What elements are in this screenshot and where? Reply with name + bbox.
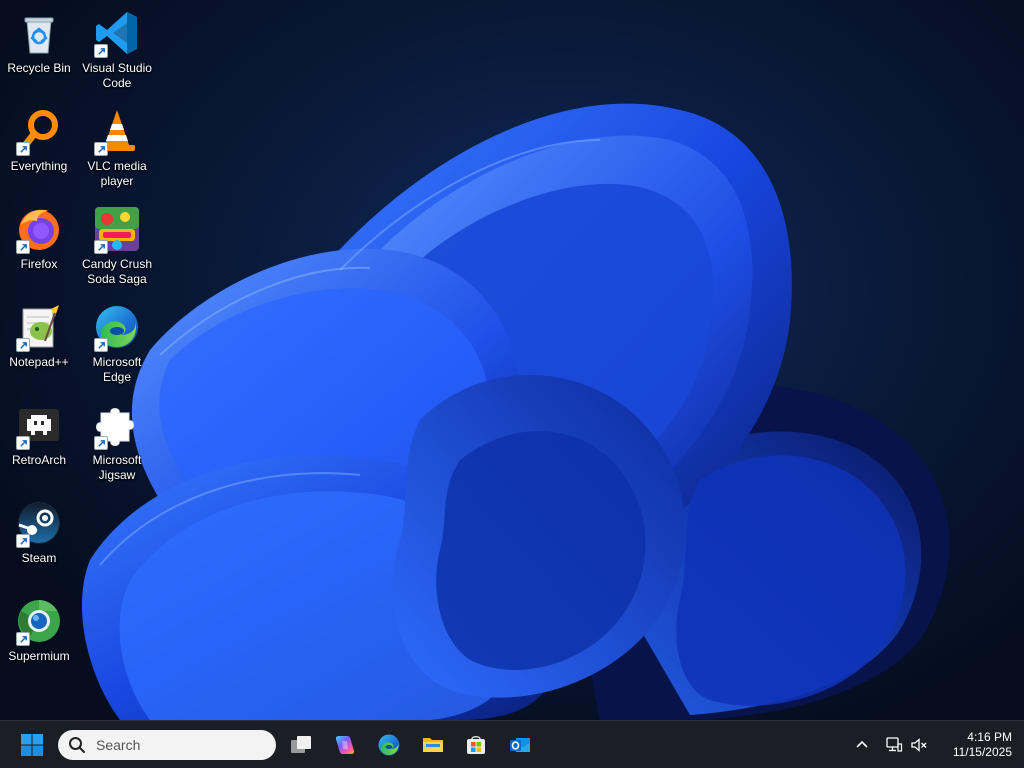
desktop-icon-visual-studio-code[interactable]: Visual Studio Code [78,4,156,96]
desktop[interactable]: Recycle Bin Everything Firefox Notepad++… [0,0,1024,720]
taskbar: Search 4:16 PM 11/15/2025 [0,720,1024,768]
taskbar-microsoft-store[interactable] [458,727,494,763]
retroarch-icon [14,400,64,450]
shortcut-arrow-icon [94,436,108,450]
taskbar-task-view[interactable] [283,727,319,763]
file-explorer-icon [421,733,445,757]
edge-icon [377,733,401,757]
microsoft-store-icon [464,733,488,757]
notepad-plus-plus-icon [14,302,64,352]
desktop-icon-label: Microsoft Jigsaw [92,453,142,482]
desktop-icon-label: Visual Studio Code [82,61,152,90]
shortcut-arrow-icon [16,240,30,254]
shortcut-arrow-icon [94,240,108,254]
copilot-icon [333,733,357,757]
task-view-icon [289,733,313,757]
taskbar-search-box[interactable]: Search [58,730,276,760]
desktop-icon-everything[interactable]: Everything [0,102,78,194]
desktop-icon-label: Supermium [8,649,70,663]
jigsaw-puzzle-icon [92,400,142,450]
network-icon [885,736,903,754]
desktop-icon-candy-crush[interactable]: Candy Crush Soda Saga [78,200,156,292]
shortcut-arrow-icon [94,44,108,58]
desktop-icon-retroarch[interactable]: RetroArch [0,396,78,488]
shortcut-arrow-icon [16,338,30,352]
steam-icon [14,498,64,548]
search-placeholder: Search [96,737,141,753]
desktop-icon-recycle-bin[interactable]: Recycle Bin [0,4,78,96]
shortcut-arrow-icon [16,534,30,548]
desktop-icon-label: RetroArch [11,453,67,467]
firefox-icon [14,204,64,254]
tray-volume[interactable] [908,734,930,756]
taskbar-file-explorer[interactable] [415,727,451,763]
outlook-icon [508,733,532,757]
desktop-icon-label: Everything [10,159,68,173]
desktop-icon-supermium[interactable]: Supermium [0,592,78,684]
desktop-icon-label: Microsoft Edge [92,355,142,384]
taskbar-copilot[interactable] [327,727,363,763]
everything-search-icon [14,106,64,156]
clock-date: 11/15/2025 [952,745,1012,759]
candy-crush-icon [92,204,142,254]
desktop-icon-label: Notepad++ [9,355,69,369]
desktop-icon-microsoft-edge[interactable]: Microsoft Edge [78,298,156,390]
search-icon [68,736,86,754]
vscode-icon [92,8,142,58]
edge-icon [92,302,142,352]
shortcut-arrow-icon [16,632,30,646]
shortcut-arrow-icon [16,142,30,156]
desktop-icon-label: Candy Crush Soda Saga [81,257,153,286]
desktop-icon-firefox[interactable]: Firefox [0,200,78,292]
desktop-icon-label: Recycle Bin [7,61,71,75]
tray-network[interactable] [883,734,905,756]
recycle-bin-icon [14,8,64,58]
desktop-icon-label: Firefox [20,257,58,271]
shortcut-arrow-icon [16,436,30,450]
tray-show-hidden-icons[interactable] [851,734,873,756]
volume-muted-icon [910,736,928,754]
supermium-icon [14,596,64,646]
desktop-icon-label: Steam [21,551,57,565]
taskbar-clock[interactable]: 4:16 PM 11/15/2025 [936,729,1020,761]
desktop-icon-microsoft-jigsaw[interactable]: Microsoft Jigsaw [78,396,156,488]
shortcut-arrow-icon [94,142,108,156]
desktop-icon-label: VLC media player [87,159,147,188]
desktop-icon-notepad-plus-plus[interactable]: Notepad++ [0,298,78,390]
shortcut-arrow-icon [94,338,108,352]
taskbar-outlook[interactable] [502,727,538,763]
desktop-icon-steam[interactable]: Steam [0,494,78,586]
chevron-up-icon [853,736,871,754]
clock-time: 4:16 PM [967,730,1012,744]
windows-start-icon [20,733,44,757]
desktop-icon-vlc[interactable]: VLC media player [78,102,156,194]
taskbar-edge[interactable] [371,727,407,763]
start-button[interactable] [14,727,50,763]
vlc-icon [92,106,142,156]
